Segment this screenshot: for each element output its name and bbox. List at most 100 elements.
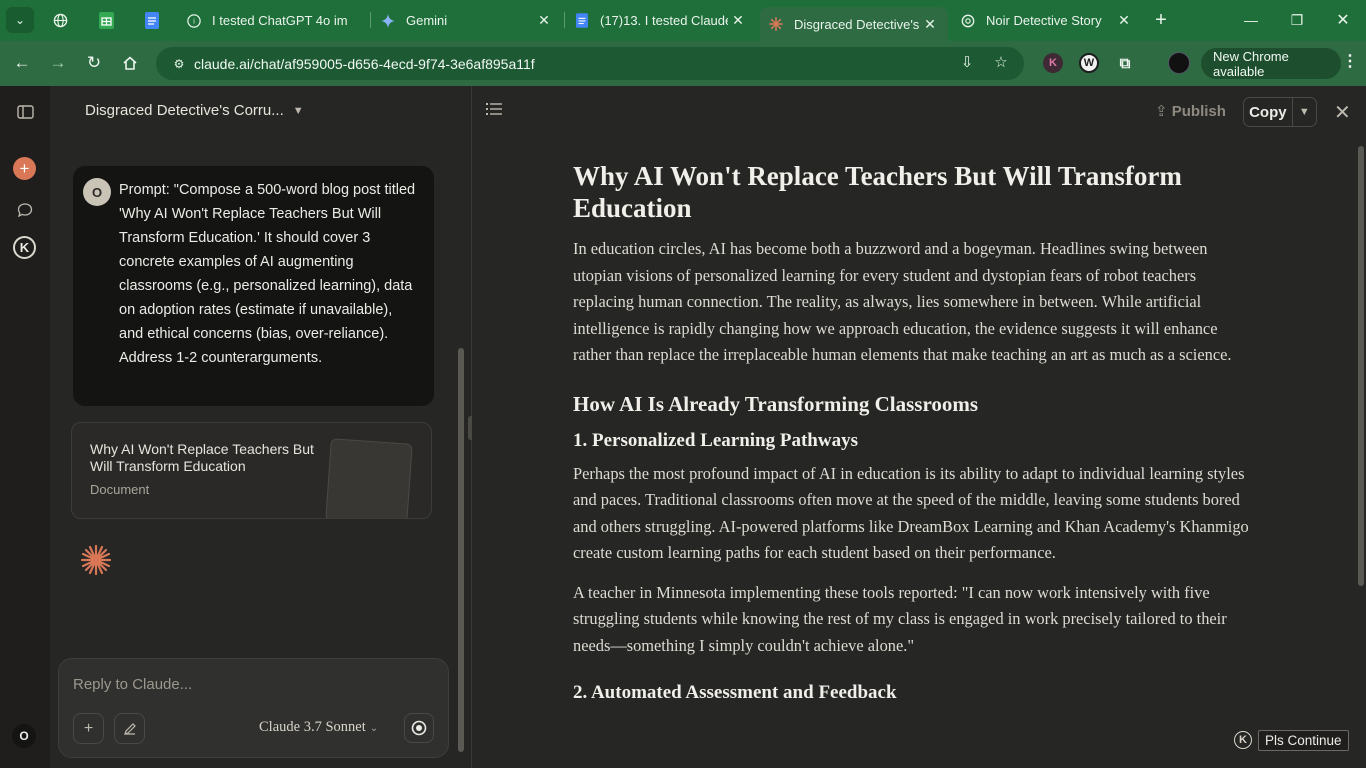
continue-shortcut[interactable]: K Pls Continue [1234,728,1349,752]
artifact-scrollbar[interactable] [1358,146,1364,586]
svg-text:i: i [193,18,195,25]
subsection-heading: 1. Personalized Learning Pathways [573,429,858,451]
arrow-left-icon: ← [13,53,31,72]
tools-button[interactable] [114,713,145,744]
tab-separator [370,12,371,28]
close-icon[interactable]: ✕ [1114,12,1134,29]
avatar: O [83,178,111,206]
list-icon[interactable] [486,102,502,121]
chevron-down-icon: ▼ [1298,106,1310,118]
sidebar-rail: + K O [0,86,50,768]
k-circle-icon: K [1234,731,1252,749]
chat-title-dropdown[interactable]: Disgraced Detective's Corru... ▼ [85,102,304,119]
chat-pane: Disgraced Detective's Corru... ▼ O Promp… [50,86,471,768]
close-icon: ✕ [1336,12,1350,29]
browser-tab-strip: ⌄ i I tested ChatGPT 4o im Gemini ✕ (17)… [0,0,1366,41]
browser-toolbar: ← → ↻ ⚙ claude.ai/chat/af959005-d656-4ec… [0,41,1366,86]
docs-icon [145,11,159,29]
user-avatar[interactable]: O [12,724,36,748]
copy-button-group: Copy ▼ [1243,97,1317,127]
back-button[interactable]: ← [8,49,36,77]
restore-icon: ❐ [1290,11,1304,28]
new-tab-button[interactable]: + [1146,8,1176,32]
close-window-button[interactable]: ✕ [1328,8,1358,32]
arrow-right-icon: → [49,53,67,72]
url-text[interactable]: claude.ai/chat/af959005-d656-4ecd-9f74-3… [194,56,535,72]
forward-button[interactable]: → [44,49,72,77]
address-bar[interactable]: ⚙ claude.ai/chat/af959005-d656-4ecd-9f74… [156,47,1024,80]
subsection-heading: 2. Automated Assessment and Feedback [573,682,897,703]
new-chrome-available-button[interactable]: New Chrome available [1201,48,1341,79]
tab-noir-detective[interactable]: Noir Detective Story ✕ [952,7,1142,34]
close-icon: ✕ [1334,102,1351,124]
chats-button[interactable] [13,198,37,222]
body-paragraph: A teacher in Minnesota implementing thes… [573,582,1227,655]
docs-icon [574,13,590,29]
pen-icon [123,722,136,735]
install-app-icon[interactable]: ⇩ [956,53,978,75]
home-icon [123,56,137,70]
reply-placeholder: Reply to Claude... [73,676,193,693]
artifact-document: Why AI Won't Replace Teachers But Will T… [573,160,1253,713]
new-chat-button[interactable]: + [13,157,36,180]
extensions-puzzle-icon[interactable]: ⧉ [1115,53,1135,73]
artifact-card-title: Why AI Won't Replace Teachers But Will T… [90,441,314,474]
artifact-card[interactable]: Why AI Won't Replace Teachers But Will T… [71,422,432,519]
reply-input[interactable]: Reply to Claude... + Claude 3.7 Sonnet ⌄ [58,658,449,758]
chevron-down-icon: ▼ [292,104,304,117]
chat-scrollbar[interactable] [458,348,464,752]
artifact-pane: ⇪ Publish Copy ▼ ✕ Why AI Won't Replace … [472,86,1366,768]
copy-button[interactable]: Copy [1244,98,1293,126]
user-message: O Prompt: "Compose a 500-word blog post … [73,166,434,406]
sheets-icon [98,11,114,29]
site-info-icon[interactable]: ⚙ [164,57,194,71]
plus-icon: + [83,719,94,737]
home-button[interactable] [116,49,144,77]
plus-icon: + [1155,8,1167,31]
close-icon[interactable]: ✕ [534,12,554,29]
record-icon [411,720,427,736]
intro-paragraph: In education circles, AI has become both… [573,239,1232,364]
toggle-sidebar-button[interactable] [13,100,37,124]
copy-options-button[interactable]: ▼ [1293,98,1316,126]
profile-avatar[interactable] [1168,52,1190,74]
extension-w-icon[interactable]: W [1079,53,1099,73]
tab-claude-article-doc[interactable]: (17)13. I tested Claude ✕ [566,7,756,34]
chevron-down-icon: ⌄ [369,723,379,734]
claude-spark-icon [80,544,112,576]
section-heading: How AI Is Already Transforming Classroom… [573,391,979,416]
user-message-text: Prompt: "Compose a 500-word blog post ti… [119,182,416,366]
more-menu-icon[interactable]: ⋮ [1340,51,1360,75]
chevron-down-icon: ⌄ [14,13,26,27]
claude-icon [768,16,784,32]
tab-gemini[interactable]: Gemini ✕ [372,7,562,34]
minimize-button[interactable]: — [1236,8,1266,32]
body-paragraph: Perhaps the most profound impact of AI i… [573,463,1249,563]
tab-chatgpt-4o-article[interactable]: i I tested ChatGPT 4o im [178,7,368,34]
project-k-button[interactable]: K [13,236,36,259]
reload-button[interactable]: ↻ [80,49,108,77]
publish-button[interactable]: ⇪ Publish [1155,102,1226,120]
bookmark-star-icon[interactable]: ☆ [990,53,1012,75]
sidebar-icon [16,105,34,119]
chat-title: Disgraced Detective's Corru... [85,102,284,119]
extension-k-icon[interactable]: K [1043,53,1063,73]
continue-button[interactable]: Pls Continue [1258,729,1349,751]
close-icon[interactable]: ✕ [920,16,940,33]
add-attachment-button[interactable]: + [73,713,104,744]
close-icon[interactable]: ✕ [728,12,748,29]
pinned-tab-globe[interactable] [46,7,74,33]
model-selector[interactable]: Claude 3.7 Sonnet ⌄ [259,719,378,736]
gemini-icon [380,13,396,29]
pinned-tab-docs[interactable] [138,7,166,33]
restore-button[interactable]: ❐ [1282,8,1312,32]
document-thumbnail [325,438,413,518]
tab-disgraced-detective[interactable]: Disgraced Detective's C ✕ [760,7,948,41]
close-artifact-button[interactable]: ✕ [1334,100,1351,125]
tab-search-button[interactable]: ⌄ [6,7,34,33]
reload-icon: ↻ [86,53,102,72]
voice-mode-button[interactable] [404,713,434,743]
tab-separator [564,12,565,28]
minimize-icon: — [1244,12,1258,28]
pinned-tab-sheets[interactable] [92,7,120,33]
